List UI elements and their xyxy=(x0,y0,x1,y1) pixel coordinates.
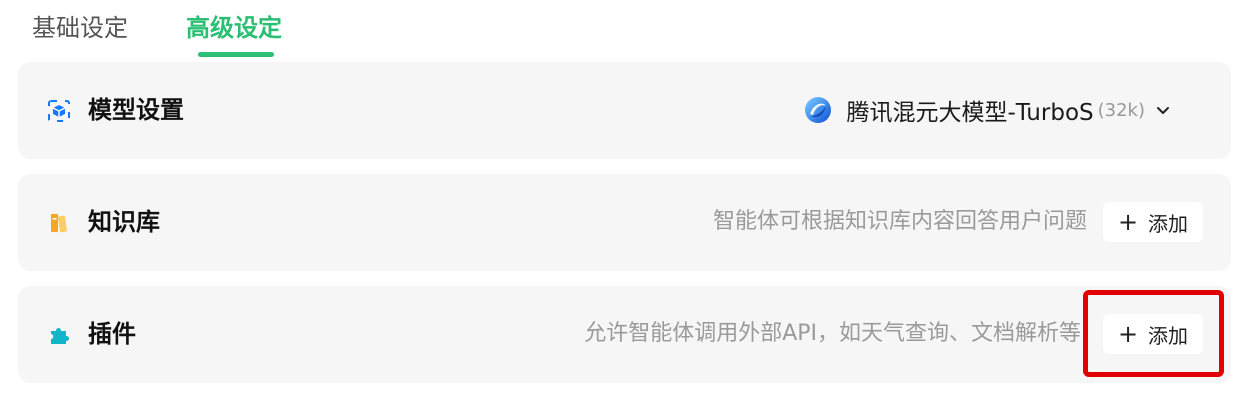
model-cube-icon xyxy=(48,100,70,122)
add-knowledge-label: 添加 xyxy=(1148,211,1189,236)
plugins-title: 插件 xyxy=(88,320,136,348)
chevron-down-icon xyxy=(1157,107,1169,114)
books-icon xyxy=(51,214,67,233)
knowledge-base-description: 智能体可根据知识库内容回答用户问题 xyxy=(712,209,1087,234)
model-settings-title: 模型设置 xyxy=(88,96,184,124)
tab-basic-settings[interactable]: 基础设定 xyxy=(32,12,128,44)
model-select-dropdown[interactable]: 腾讯混元大模型-TurboS (32k) xyxy=(804,90,1171,130)
tab-advanced-settings[interactable]: 高级设定 xyxy=(186,12,282,44)
plus-icon: + xyxy=(1117,208,1139,236)
puzzle-icon xyxy=(51,328,69,344)
model-settings-card: 模型设置 腾讯混元大模型-TurboS (32k) xyxy=(18,62,1231,159)
selected-model-name: 腾讯混元大模型-TurboS xyxy=(846,100,1094,126)
active-tab-indicator xyxy=(198,52,274,57)
add-knowledge-button[interactable]: + 添加 xyxy=(1103,202,1203,242)
add-plugin-label: 添加 xyxy=(1148,323,1189,348)
knowledge-base-card: 知识库 智能体可根据知识库内容回答用户问题 + 添加 xyxy=(18,174,1231,271)
model-context-size: (32k) xyxy=(1097,99,1145,121)
knowledge-base-title: 知识库 xyxy=(88,208,160,236)
plus-icon: + xyxy=(1117,320,1139,348)
plugins-description: 允许智能体调用外部API，如天气查询、文档解析等 xyxy=(584,321,1081,346)
add-plugin-button[interactable]: + 添加 xyxy=(1103,314,1203,354)
plugins-card: 插件 允许智能体调用外部API，如天气查询、文档解析等 + 添加 xyxy=(18,286,1231,383)
hunyuan-logo-icon xyxy=(805,97,832,123)
